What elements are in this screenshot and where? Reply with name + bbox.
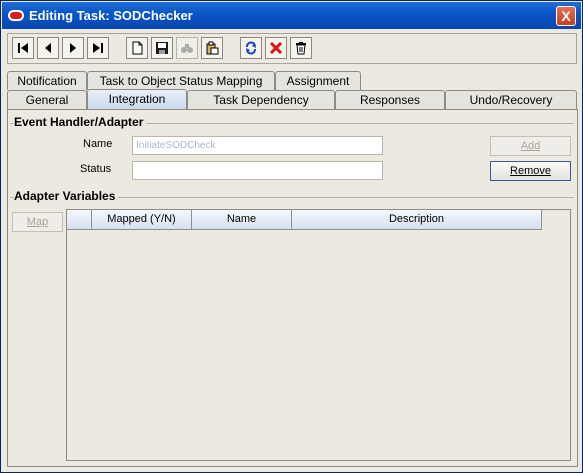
save-button[interactable] xyxy=(151,37,173,59)
tab-responses[interactable]: Responses xyxy=(335,90,445,109)
remove-button[interactable]: Remove xyxy=(490,161,571,181)
status-label: Status xyxy=(80,163,112,175)
first-record-icon xyxy=(18,43,28,53)
status-field[interactable] xyxy=(132,161,383,180)
add-button[interactable]: Add xyxy=(490,136,571,156)
window-title: Editing Task: SODChecker xyxy=(29,8,193,23)
name-label: Name xyxy=(83,138,113,150)
name-field[interactable]: InitiateSODCheck xyxy=(132,136,383,155)
previous-record-icon xyxy=(45,43,51,53)
last-record-icon xyxy=(93,43,103,53)
delete-button[interactable] xyxy=(265,37,287,59)
save-icon xyxy=(156,42,168,54)
tab-task-to-object-status-mapping[interactable]: Task to Object Status Mapping xyxy=(87,71,275,90)
paste-button[interactable] xyxy=(201,37,223,59)
tab-task-dependency[interactable]: Task Dependency xyxy=(187,90,335,109)
find-button[interactable] xyxy=(176,37,198,59)
tab-general[interactable]: General xyxy=(7,90,87,109)
column-header-description[interactable]: Description xyxy=(292,210,542,230)
first-record-button[interactable] xyxy=(12,37,34,59)
next-record-icon xyxy=(70,43,76,53)
title-bar[interactable]: Editing Task: SODChecker X xyxy=(2,2,581,29)
find-icon xyxy=(181,44,193,53)
trash-icon xyxy=(296,42,306,55)
trash-button[interactable] xyxy=(290,37,312,59)
editing-task-window: Editing Task: SODChecker X Notification … xyxy=(0,0,583,473)
row-header-cell xyxy=(67,210,92,230)
paste-icon xyxy=(206,41,219,55)
tab-notification[interactable]: Notification xyxy=(7,71,87,90)
previous-record-button[interactable] xyxy=(37,37,59,59)
toolbar xyxy=(7,33,577,64)
adapter-variables-table[interactable]: Mapped (Y/N) Name Description xyxy=(66,209,571,461)
refresh-icon xyxy=(246,41,256,55)
event-handler-group-title: Event Handler/Adapter xyxy=(14,115,147,129)
close-icon: X xyxy=(561,8,571,24)
table-header: Mapped (Y/N) Name Description xyxy=(67,210,542,230)
column-header-name[interactable]: Name xyxy=(192,210,292,230)
tab-integration[interactable]: Integration xyxy=(87,89,187,110)
integration-panel: Event Handler/Adapter Name InitiateSODCh… xyxy=(7,109,578,467)
map-button[interactable]: Map xyxy=(12,212,63,232)
adapter-variables-group-title: Adapter Variables xyxy=(14,189,119,203)
tab-assignment[interactable]: Assignment xyxy=(275,71,361,90)
close-button[interactable]: X xyxy=(556,6,576,26)
oracle-logo-icon xyxy=(8,10,24,21)
add-button-label: Add xyxy=(520,140,541,152)
tab-undo-recovery[interactable]: Undo/Recovery xyxy=(445,90,577,109)
column-header-mapped[interactable]: Mapped (Y/N) xyxy=(92,210,192,230)
new-document-icon xyxy=(132,41,143,55)
next-record-button[interactable] xyxy=(62,37,84,59)
new-button[interactable] xyxy=(126,37,148,59)
refresh-button[interactable] xyxy=(240,37,262,59)
delete-icon xyxy=(269,41,283,55)
remove-button-label: Remove xyxy=(510,165,551,177)
last-record-button[interactable] xyxy=(87,37,109,59)
map-button-label: Map xyxy=(26,216,49,228)
